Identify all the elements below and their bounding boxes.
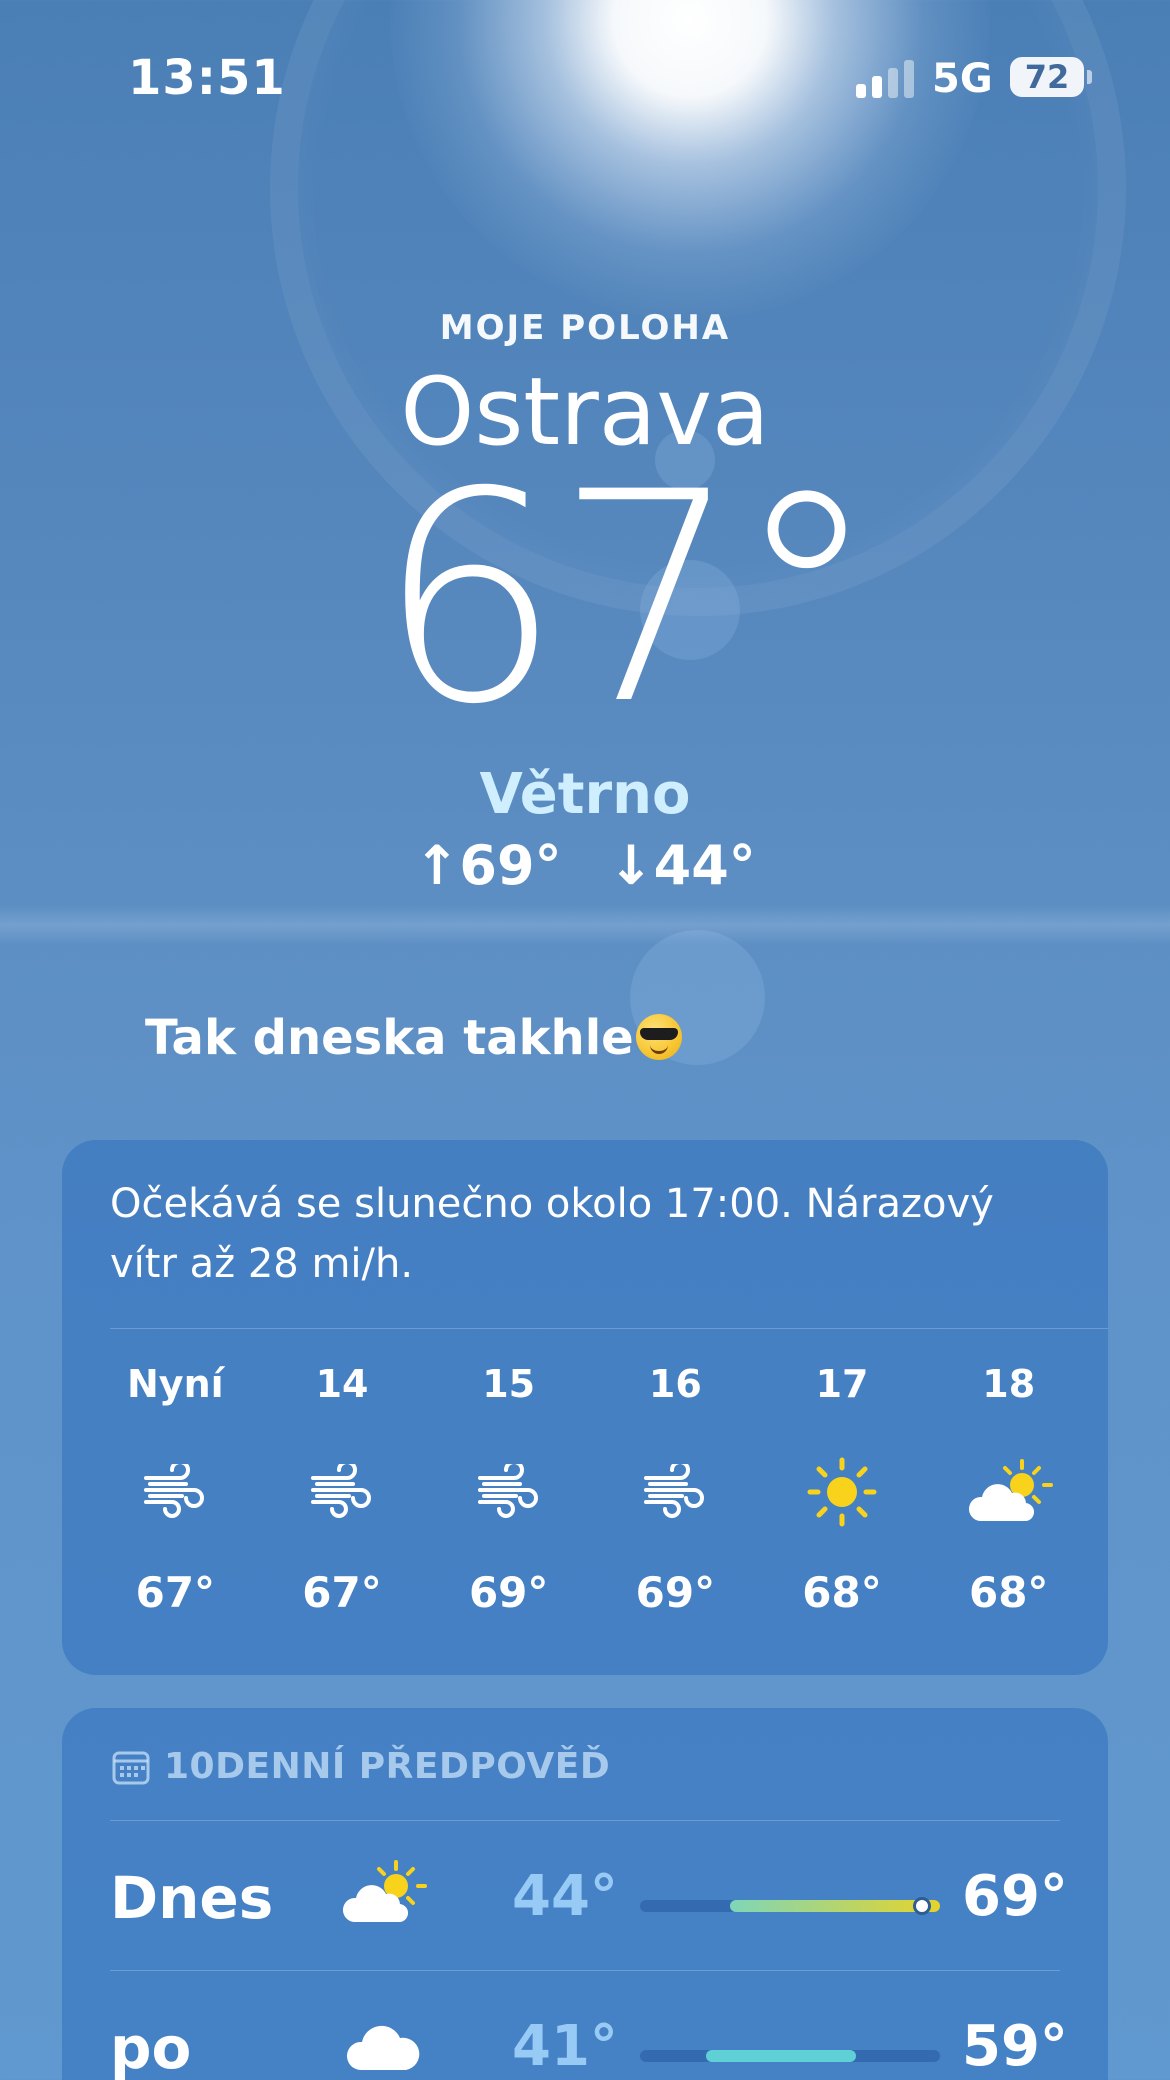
hour-label: 14 [315,1362,369,1406]
hour-temperature: 69° [468,1568,549,1617]
day-high-temp: 69° [962,1864,1068,1929]
day-row-monday[interactable]: po 41° 59° [110,1988,1068,2080]
cloud-icon [338,2008,428,2080]
calendar-icon [112,1751,150,1784]
hourly-list[interactable]: Nyní 67° 14 67° 15 69° 16 69° 17 68° 18 … [92,1362,1092,1617]
temp-range-bar [640,2050,940,2062]
hour-temperature: 68° [802,1568,882,1617]
hour-item: 18 68° [925,1362,1092,1617]
hour-temperature: 67° [302,1568,382,1617]
hour-item: Nyní 67° [92,1362,259,1617]
hour-item: 16 69° [592,1362,759,1617]
day-name: Dnes [110,1864,274,1932]
forecast-summary: Očekává se slunečno okolo 17:00. Nárazov… [110,1181,994,1287]
current-temperature: 67° [376,431,879,768]
hour-temperature: 69° [635,1568,716,1617]
hour-label: 15 [482,1362,536,1406]
ten-day-forecast-card[interactable]: 10DENNÍ PŘEDPOVĚĎ Dnes 44° 69° po 41° 59… [62,1708,1108,2080]
hour-item: 14 67° [259,1362,426,1617]
wind-icon [592,1432,759,1552]
current-condition: Větrno [479,762,691,827]
hour-item: 17 68° [759,1362,926,1617]
divider [110,1970,1060,1971]
partly-cloudy-icon [338,1858,428,1932]
day-high-temp: 59° [962,2014,1068,2079]
battery-icon: 72 [1010,57,1084,97]
day-low-temp: 44° [512,1864,618,1929]
ten-day-header: 10DENNÍ PŘEDPOVĚĎ [112,1746,610,1787]
hour-temperature: 68° [968,1568,1049,1617]
status-time: 13:51 [128,50,286,106]
horizon-haze [0,905,1170,945]
hour-label: 17 [815,1362,869,1406]
day-low-temp: 41° [512,2014,618,2079]
sunglasses-emoji-icon [635,1014,682,1060]
high-temperature: ↑69° [414,834,562,897]
partly-cloudy-icon [925,1432,1092,1552]
battery-cap [1087,70,1092,84]
day-name: po [110,2014,192,2080]
divider [110,1820,1060,1821]
ten-day-title: 10DENNÍ PŘEDPOVĚĎ [164,1746,611,1787]
day-row-today[interactable]: Dnes 44° 69° [110,1838,1068,1958]
wind-icon [92,1432,259,1552]
cellular-signal-icon [856,60,914,98]
hour-temperature: 67° [135,1568,216,1617]
temp-range-fill [706,2050,856,2062]
wind-icon [425,1432,592,1552]
hour-label: Nyní [127,1362,224,1406]
low-temperature: ↓44° [608,834,756,897]
high-low: ↑69° ↓44° [0,834,1170,897]
hour-item: 15 69° [425,1362,592,1617]
hour-label: 18 [982,1362,1036,1406]
temp-range-bar [640,1897,940,1915]
network-type: 5G [932,56,993,102]
caption-label: Tak dneska takhle [145,1010,634,1066]
wind-icon [259,1432,426,1552]
hourly-forecast-card[interactable]: Očekává se slunečno okolo 17:00. Nárazov… [62,1140,1108,1675]
sun-icon [759,1432,926,1552]
divider [110,1328,1108,1329]
location-label: MOJE POLOHA [439,308,731,348]
temp-range-fill [730,1900,940,1912]
hour-label: 16 [648,1362,702,1406]
caption-text: Tak dneska takhle [145,1010,682,1066]
current-temp-marker [913,1897,931,1915]
